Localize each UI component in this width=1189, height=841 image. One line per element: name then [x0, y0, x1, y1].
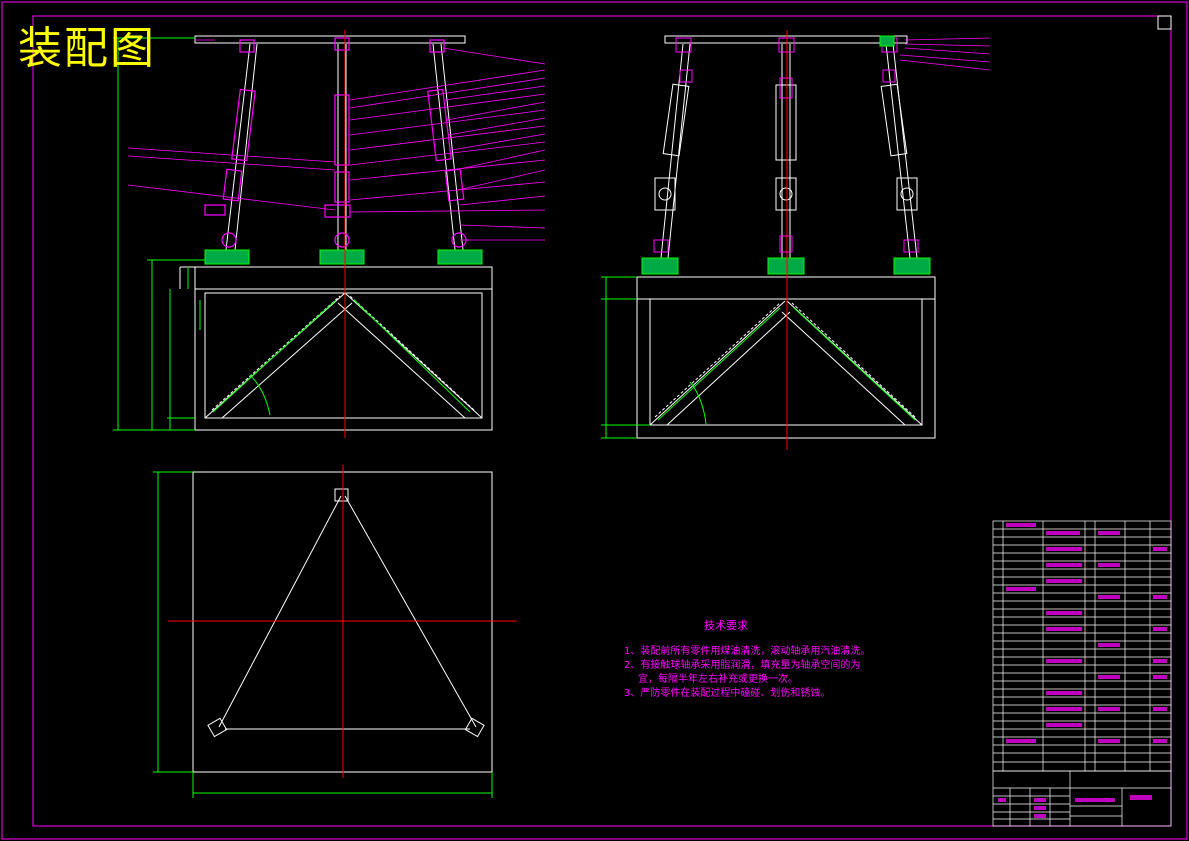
front-view	[113, 30, 546, 438]
tech-req-heading: 技术要求	[704, 619, 748, 632]
tech-req-item: 1、装配前所有零件用煤油清洗，滚动轴承用汽油清洗。	[624, 646, 871, 657]
top-view	[153, 465, 517, 798]
tech-req-item: 3、严防零件在装配过程中磕碰、划伤和锈蚀。	[624, 688, 831, 699]
inner-border	[32, 15, 1172, 827]
parts-list-text-marks	[998, 523, 1167, 818]
tech-req-item: 2、有接触球轴承采用脂润滑，填充量为轴承空间的为	[624, 660, 861, 671]
orientation-tab	[1157, 15, 1172, 30]
assembly-drawing	[1, 1, 1188, 840]
outer-border	[1, 1, 1188, 840]
side-view	[601, 30, 991, 450]
drawing-title: 装配图	[18, 23, 156, 74]
tech-req-item: 宜，每隔半年左右补充或更换一次。	[638, 674, 798, 685]
